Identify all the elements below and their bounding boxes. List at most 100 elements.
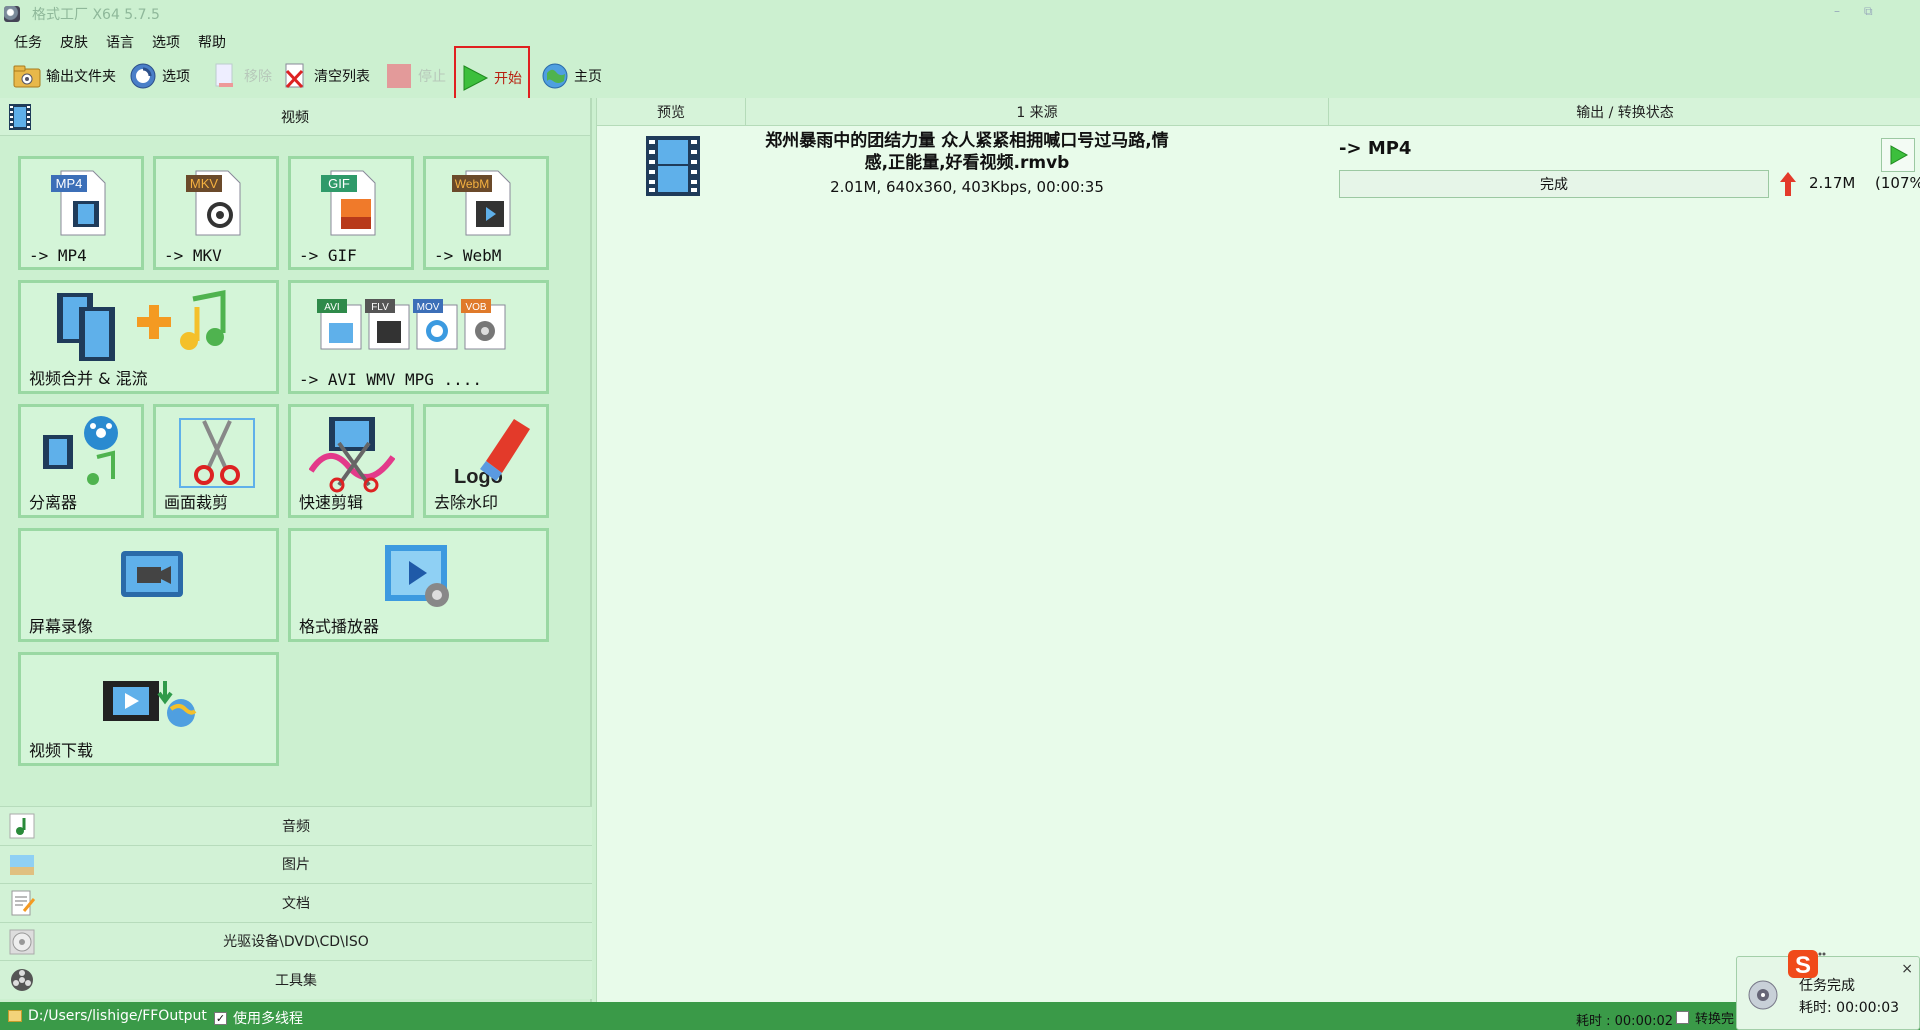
tile-to-mp4[interactable]: MP4 -> MP4	[18, 156, 144, 270]
screen-recorder-icon	[121, 551, 183, 597]
notification-close-button[interactable]: ×	[1901, 961, 1913, 977]
tile-to-gif[interactable]: GIF -> GIF	[288, 156, 414, 270]
notification-app-icon	[1748, 980, 1778, 1010]
function-panel: 视频 MP4 -> MP4 MKV -> MKV GIF -> GIF WebM…	[0, 98, 592, 1002]
menu-options[interactable]: 选项	[152, 32, 180, 52]
webm-badge: WebM	[455, 177, 489, 191]
output-format: -> MP4	[1339, 138, 1412, 159]
output-path[interactable]: D:/Users/lishige/FFOutput	[8, 1008, 207, 1024]
tile-splitter-label: 分离器	[29, 493, 78, 512]
clear-list-label: 清空列表	[314, 69, 370, 85]
sogou-ime-icon[interactable]: S	[1786, 946, 1826, 982]
tile-quick-cut-label: 快速剪辑	[299, 493, 364, 512]
avi-badge: AVI	[324, 302, 339, 313]
output-folder-button[interactable]: 输出文件夹	[12, 58, 116, 94]
task-list-panel: 预览 1 来源 输出 / 转换状态 郑州暴雨中的团结力量 众人紧紧相拥喊口号过马…	[596, 98, 1920, 1002]
clear-list-icon	[285, 63, 304, 89]
audio-note-icon	[9, 813, 35, 839]
category-image[interactable]: 图片	[0, 844, 592, 883]
options-gear-icon	[130, 63, 156, 89]
start-label: 开始	[494, 71, 522, 87]
output-path-text: D:/Users/lishige/FFOutput	[28, 1008, 207, 1024]
tile-to-webm-label: -> WebM	[434, 246, 502, 265]
category-document[interactable]: 文档	[0, 883, 592, 922]
tile-to-avi-wmv-mpg[interactable]: AVI FLV MOV VOB -> AVI WMV MPG ....	[288, 280, 549, 394]
category-optical-drive-label: 光驱设备\DVD\CD\ISO	[223, 934, 369, 951]
source-file-info: 2.01M, 640x360, 403Kbps, 00:00:35	[830, 178, 1104, 196]
tile-format-player[interactable]: 格式播放器	[288, 528, 549, 642]
tile-format-player-label: 格式播放器	[299, 617, 380, 636]
tile-video-download[interactable]: 视频下载	[18, 652, 279, 766]
video-film-icon	[9, 104, 31, 130]
options-label: 选项	[162, 69, 190, 85]
category-optical-drive[interactable]: 光驱设备\DVD\CD\ISO	[0, 921, 592, 960]
restore-button[interactable]: ⧉	[1864, 4, 1873, 19]
column-source[interactable]: 1 来源	[746, 98, 1329, 126]
tile-quick-cut[interactable]: 快速剪辑	[288, 404, 414, 518]
menu-bar: 任务 皮肤 语言 选项 帮助	[0, 30, 244, 54]
menu-help[interactable]: 帮助	[198, 32, 226, 52]
tile-video-merge-label: 视频合并 & 混流	[29, 369, 148, 388]
window-title: 格式工厂 X64 5.7.5	[32, 7, 160, 23]
tile-crop-label: 画面裁剪	[164, 493, 229, 512]
options-button[interactable]: 选项	[128, 58, 190, 94]
checkbox-checked-icon: ✓	[214, 1011, 227, 1025]
folder-icon	[8, 1010, 22, 1022]
video-download-icon	[103, 681, 197, 727]
tile-video-merge[interactable]: 视频合并 & 混流	[18, 280, 279, 394]
clear-list-button[interactable]: 清空列表	[280, 58, 370, 94]
column-preview[interactable]: 预览	[597, 98, 746, 126]
play-icon	[1890, 145, 1909, 165]
tile-splitter[interactable]: 分离器	[18, 404, 144, 518]
play-output-button[interactable]	[1881, 138, 1915, 172]
minimize-button[interactable]: –	[1834, 4, 1840, 18]
output-size: 2.17M	[1809, 174, 1856, 192]
status-bar: D:/Users/lishige/FFOutput ✓ 使用多线程 耗时 : 0…	[0, 1002, 1920, 1030]
checkbox-unchecked-icon	[1676, 1011, 1689, 1024]
menu-language[interactable]: 语言	[106, 32, 134, 52]
tile-to-webm[interactable]: WebM -> WebM	[423, 156, 549, 270]
app-icon	[4, 6, 20, 22]
task-list-header: 预览 1 来源 输出 / 转换状态	[597, 98, 1920, 126]
bottom-categories: 音频 图片 文档 光驱设备\DVD\CD\ISO 工具集	[0, 806, 592, 999]
flv-badge: FLV	[371, 302, 389, 313]
tile-screen-recorder[interactable]: 屏幕录像	[18, 528, 279, 642]
tile-remove-watermark-label: 去除水印	[434, 493, 499, 512]
conversion-status-bar: 完成	[1339, 170, 1769, 198]
output-ratio: (107%)	[1875, 174, 1920, 192]
convert-done-label: 转换完	[1695, 1012, 1735, 1027]
toolbar: 输出文件夹 选项 移除 清空列表 停止 开始 主页	[0, 46, 1920, 110]
elapsed-time: 耗时 : 00:00:02	[1576, 1014, 1674, 1029]
shutdown-after-convert-checkbox[interactable]: 转换完	[1676, 1008, 1734, 1027]
task-complete-notification: × 任务完成 耗时: 00:00:03	[1736, 956, 1920, 1030]
column-output-status[interactable]: 输出 / 转换状态	[1329, 98, 1920, 126]
category-image-label: 图片	[282, 857, 310, 874]
tile-crop[interactable]: 画面裁剪	[153, 404, 279, 518]
title-bar: 格式工厂 X64 5.7.5 – ⧉	[0, 0, 1920, 28]
output-folder-label: 输出文件夹	[46, 69, 116, 85]
multithread-checkbox[interactable]: ✓ 使用多线程	[214, 1008, 303, 1028]
remove-button[interactable]: 移除	[210, 58, 272, 94]
tile-to-mkv[interactable]: MKV -> MKV	[153, 156, 279, 270]
remove-document-icon	[215, 63, 233, 87]
mp4-badge: MP4	[56, 176, 83, 191]
toolbox-reel-icon	[11, 969, 33, 991]
tile-remove-watermark[interactable]: Logo 去除水印	[423, 404, 549, 518]
tile-to-mp4-label: -> MP4	[29, 246, 87, 265]
quick-cut-icon	[309, 417, 395, 493]
crop-scissors-icon	[179, 418, 255, 488]
mp4-file-icon: MP4	[51, 170, 106, 236]
mkv-badge: MKV	[190, 176, 219, 191]
multi-format-icons: AVI FLV MOV VOB	[317, 299, 506, 350]
category-toolbox[interactable]: 工具集	[0, 960, 592, 999]
menu-task[interactable]: 任务	[14, 32, 42, 52]
category-video[interactable]: 视频	[0, 98, 590, 136]
home-button[interactable]: 主页	[540, 58, 602, 94]
category-audio[interactable]: 音频	[0, 806, 592, 845]
menu-skin[interactable]: 皮肤	[60, 32, 88, 52]
task-row[interactable]: 郑州暴雨中的团结力量 众人紧紧相拥喊口号过马路,情感,正能量,好看视频.rmvb…	[597, 128, 1920, 202]
stop-icon	[387, 64, 411, 88]
gif-file-icon: GIF	[321, 170, 376, 236]
stop-button[interactable]: 停止	[384, 58, 446, 94]
format-factory-window: 格式工厂 X64 5.7.5 – ⧉ 任务 皮肤 语言 选项 帮助 输出文件夹 …	[0, 0, 1920, 1030]
